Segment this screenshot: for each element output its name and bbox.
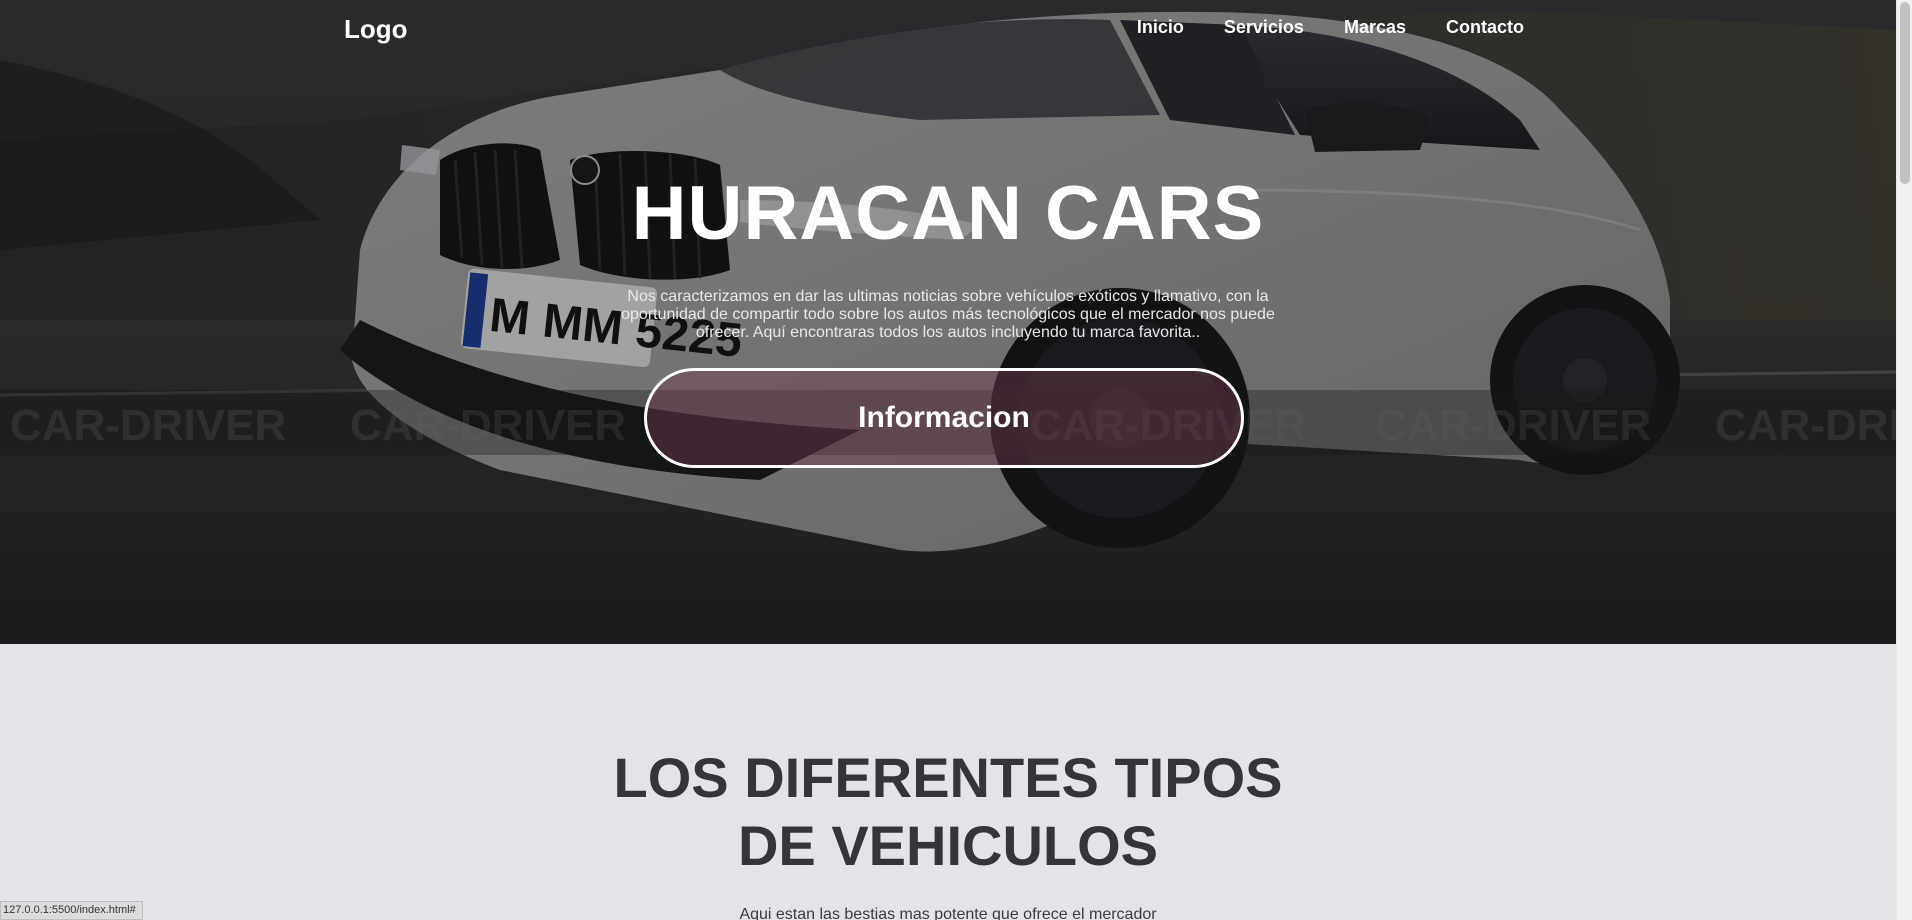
hero-section: M MM 5225 CAR-DRIVER CAR-DRIVER CAR-DRIV… — [0, 0, 1896, 644]
nav-item-inicio: Inicio — [1137, 17, 1184, 38]
nav-link-servicios[interactable]: Servicios — [1224, 17, 1304, 37]
status-bar-url: 127.0.0.1:5500/index.html# — [0, 901, 143, 920]
nav-link-contacto[interactable]: Contacto — [1446, 17, 1524, 37]
nav-link-marcas[interactable]: Marcas — [1344, 17, 1406, 37]
logo-link[interactable]: Logo — [344, 14, 408, 45]
section-title-line-1: LOS DIFERENTES TIPOS — [613, 746, 1283, 809]
nav-item-contacto: Contacto — [1446, 17, 1524, 38]
informacion-button[interactable]: Informacion — [644, 368, 1244, 468]
nav-link-inicio[interactable]: Inicio — [1137, 17, 1184, 37]
section-subtitle: Aqui estan las bestias mas potente que o… — [739, 906, 1157, 920]
section-title-line-2: DE VEHICULOS — [737, 814, 1159, 877]
main-navbar: Logo Inicio Servicios Marcas Contacto — [0, 0, 1896, 60]
page-scrollbar[interactable] — [1896, 0, 1912, 920]
hero-description: Nos caracterizamos en dar las ultimas no… — [621, 288, 1275, 341]
page-viewport: M MM 5225 CAR-DRIVER CAR-DRIVER CAR-DRIV… — [0, 0, 1896, 920]
section-title: LOS DIFERENTES TIPOS DE VEHICULOS — [0, 744, 1896, 880]
nav-item-marcas: Marcas — [1344, 17, 1406, 38]
nav-links: Inicio Servicios Marcas Contacto — [1137, 17, 1524, 38]
vehicle-types-section: LOS DIFERENTES TIPOS DE VEHICULOS Aqui e… — [0, 644, 1896, 920]
scrollbar-thumb[interactable] — [1900, 2, 1910, 184]
hero-title: HURACAN CARS — [631, 171, 1265, 256]
nav-item-servicios: Servicios — [1224, 17, 1304, 38]
